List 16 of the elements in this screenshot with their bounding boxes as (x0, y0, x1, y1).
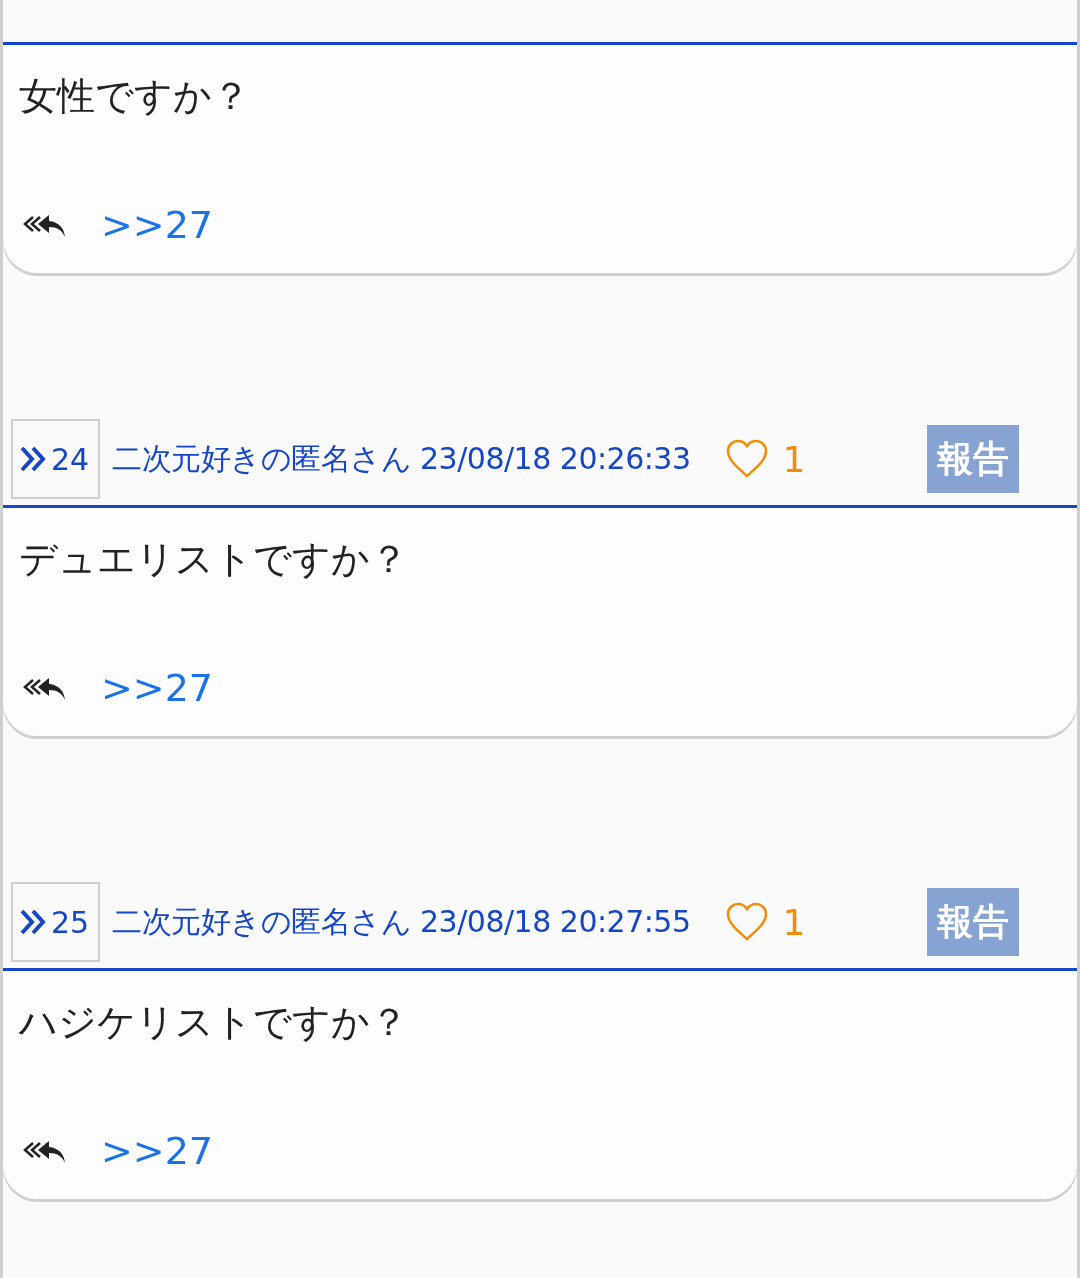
like-count: 1 (782, 901, 806, 943)
report-button[interactable]: 報告 (927, 425, 1019, 493)
post-body: 女性ですか？ (19, 73, 251, 120)
report-button[interactable]: 報告 (927, 888, 1019, 956)
reply-link[interactable]: >>27 (101, 666, 214, 710)
reply-link[interactable]: >>27 (101, 1129, 214, 1173)
post-number-text: 25 (51, 904, 90, 940)
post-body: デュエリストですか？ (19, 536, 409, 583)
author-date: 二次元好きの匿名さん 23/08/18 20:27:55 (112, 902, 691, 941)
post-number[interactable]: 25 (11, 882, 100, 962)
post-number[interactable]: 24 (11, 419, 100, 499)
post-body: ハジケリストですか？ (19, 999, 409, 1046)
like-count: 1 (782, 438, 806, 480)
author-date: 二次元好きの匿名さん 23/08/18 20:26:33 (112, 439, 691, 478)
post-number-text: 24 (51, 441, 90, 477)
reply-link[interactable]: >>27 (101, 203, 214, 247)
